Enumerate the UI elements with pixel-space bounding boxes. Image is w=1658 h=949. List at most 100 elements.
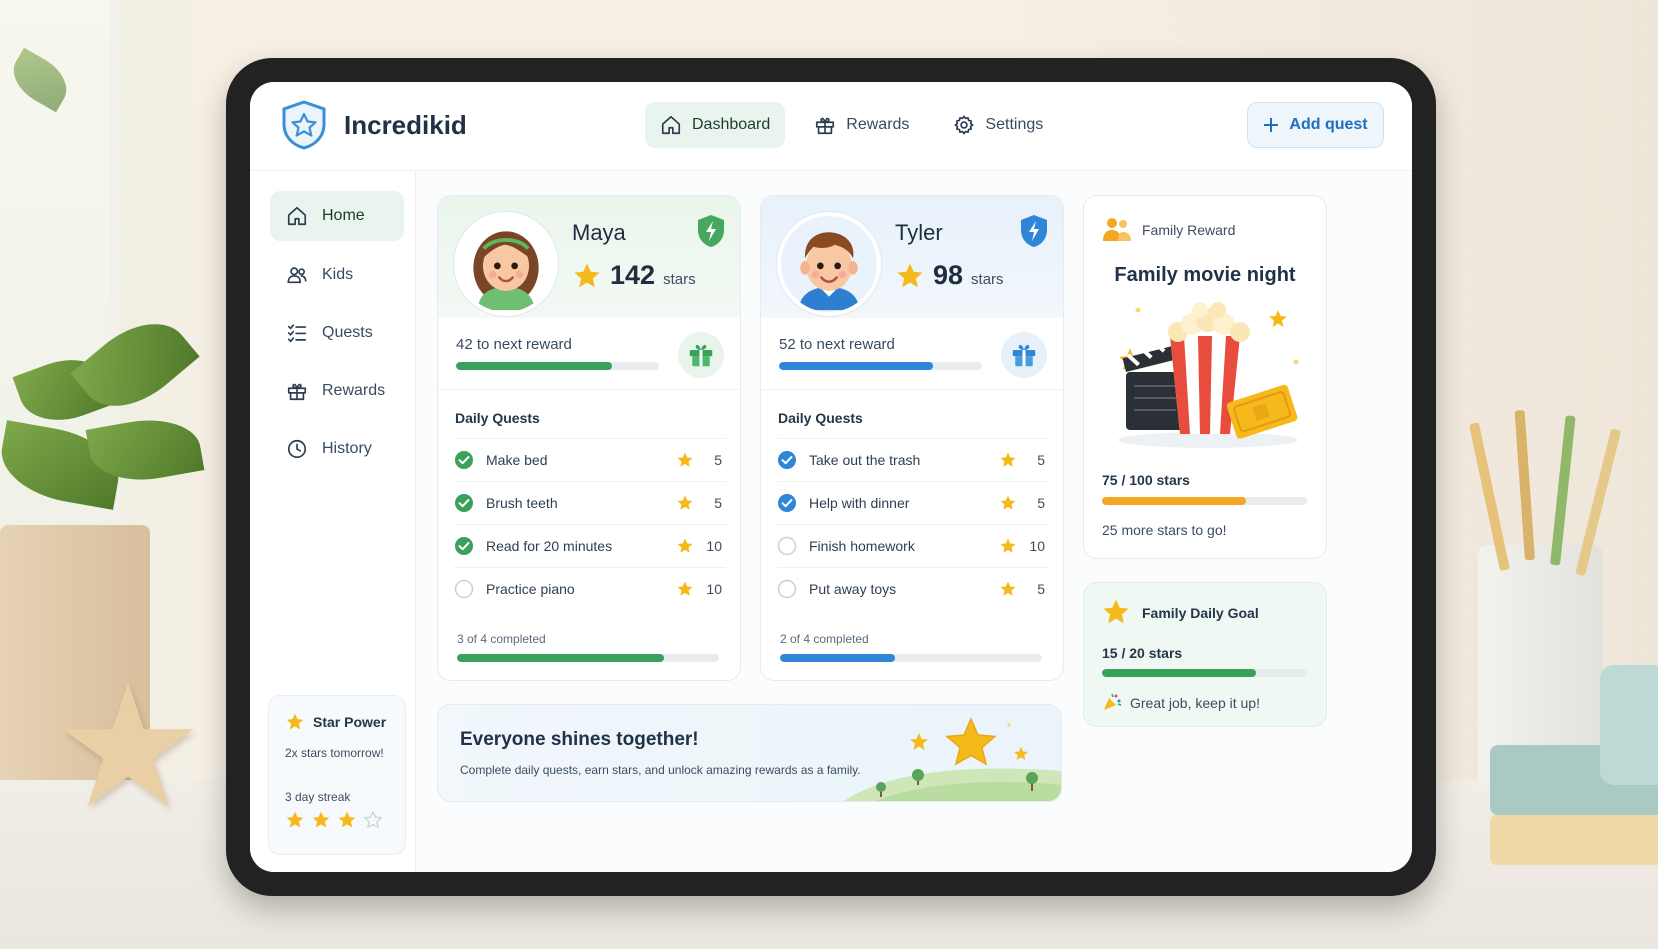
streak-stars	[285, 810, 389, 830]
star-icon	[677, 495, 693, 510]
quest-item[interactable]: Brush teeth 5	[454, 481, 726, 524]
unchecked-circle-icon[interactable]	[454, 579, 474, 599]
daily-quests-title: Daily Quests	[455, 410, 540, 426]
gift-button[interactable]	[678, 332, 724, 378]
star-empty-icon	[364, 811, 382, 829]
kid-name: Maya	[572, 220, 626, 245]
star-hill-illustration-icon	[844, 717, 1061, 801]
family-reward-card[interactable]: Family Reward Family movie night 75 / 10…	[1083, 195, 1327, 559]
sidebar-item-rewards[interactable]: Rewards	[270, 366, 404, 416]
star-icon	[1000, 452, 1016, 467]
star-power-card[interactable]: Star Power 2x stars tomorrow! 3 day stre…	[268, 695, 406, 855]
wooden-star-icon: ★	[52, 648, 205, 846]
family-reward-title: Family movie night	[1114, 264, 1296, 286]
pencil	[1550, 415, 1576, 566]
kid-card-tyler[interactable]: Tyler 98 stars 52 to next reward Daily Q…	[760, 195, 1064, 681]
star-icon	[677, 452, 693, 467]
nav-settings[interactable]: Settings	[938, 102, 1058, 148]
sidebar: Home Kids Quests Rewards History Star Po…	[250, 171, 416, 872]
mug	[1600, 665, 1658, 785]
family-goal-value: 15 / 20 stars	[1102, 645, 1183, 661]
sidebar-item-quests[interactable]: Quests	[270, 308, 404, 358]
family-icon	[1103, 218, 1131, 241]
popcorn-movie-illustration-icon	[1118, 302, 1299, 448]
sidebar-item-kids[interactable]: Kids	[270, 250, 404, 300]
users-icon	[287, 267, 307, 284]
completed-progress-bar	[457, 654, 719, 662]
kid-card-maya[interactable]: Maya 142 stars 42 to next reward Daily Q…	[437, 195, 741, 681]
lightning-shield-icon	[698, 215, 724, 247]
quest-item[interactable]: Read for 20 minutes 10	[454, 524, 726, 567]
quest-star-value: 10	[706, 538, 722, 554]
gift-icon	[1012, 344, 1036, 367]
sidebar-item-home[interactable]: Home	[270, 191, 404, 241]
brand[interactable]: Incredikid	[280, 100, 467, 150]
quest-star-value: 10	[706, 581, 722, 597]
top-header: Incredikid Dashboard Rewards Settings Ad…	[250, 82, 1412, 171]
quest-item[interactable]: Take out the trash 5	[777, 438, 1049, 481]
tablet-device: Incredikid Dashboard Rewards Settings Ad…	[226, 58, 1436, 896]
quest-name: Practice piano	[486, 581, 575, 597]
gift-icon	[287, 383, 307, 401]
quest-star-value: 5	[1037, 452, 1045, 468]
kid-star-count: 142 stars	[572, 260, 696, 291]
gift-button[interactable]	[1001, 332, 1047, 378]
quest-name: Brush teeth	[486, 495, 558, 511]
shield-star-logo-icon	[282, 100, 326, 150]
unchecked-circle-icon[interactable]	[777, 536, 797, 556]
star-icon	[574, 263, 600, 287]
avatar	[777, 212, 881, 316]
nav-label: Rewards	[846, 116, 910, 133]
quest-list: Take out the trash 5 Help with dinner 5 Fini…	[777, 438, 1049, 610]
girl-avatar-icon	[458, 216, 554, 312]
main-content: Maya 142 stars 42 to next reward Daily Q…	[416, 171, 1412, 872]
app-name: Incredikid	[344, 109, 467, 140]
next-reward-row: 42 to next reward	[438, 318, 740, 390]
kid-card-header: Tyler 98 stars	[761, 196, 1063, 318]
star-icon	[897, 263, 923, 287]
quest-star-value: 5	[714, 495, 722, 511]
completed-label: 3 of 4 completed	[457, 632, 546, 646]
kid-star-count: 98 stars	[895, 260, 1004, 291]
quest-name: Help with dinner	[809, 495, 910, 511]
star-filled-icon	[338, 811, 356, 828]
sidebar-item-history[interactable]: History	[270, 424, 404, 474]
home-icon	[661, 115, 681, 135]
family-daily-goal-card[interactable]: Family Daily Goal 15 / 20 stars Great jo…	[1083, 582, 1327, 727]
sidebar-item-label: History	[322, 440, 372, 457]
nav-rewards[interactable]: Rewards	[799, 102, 924, 148]
unchecked-circle-icon[interactable]	[777, 579, 797, 599]
clock-icon	[287, 439, 307, 459]
quest-list: Make bed 5 Brush teeth 5 Read for 20 minutes…	[454, 438, 726, 610]
family-reward-progress-bar	[1102, 497, 1307, 505]
add-quest-label: Add quest	[1289, 116, 1368, 133]
quest-item[interactable]: Help with dinner 5	[777, 481, 1049, 524]
checked-circle-icon[interactable]	[454, 493, 474, 513]
nav-dashboard[interactable]: Dashboard	[645, 102, 786, 148]
add-quest-button[interactable]: Add quest	[1247, 102, 1384, 148]
family-reward-progress-label: 75 / 100 stars	[1102, 472, 1190, 488]
completed-progress-bar	[780, 654, 1042, 662]
star-icon	[677, 581, 693, 596]
banner-subtitle: Complete daily quests, earn stars, and u…	[460, 763, 861, 777]
kid-card-header: Maya 142 stars	[438, 196, 740, 318]
lightning-shield-icon	[1021, 215, 1047, 247]
quest-star-value: 5	[1037, 495, 1045, 511]
nav-label: Settings	[985, 116, 1044, 133]
checked-circle-icon[interactable]	[454, 536, 474, 556]
checked-circle-icon[interactable]	[777, 450, 797, 470]
streak-label: 3 day streak	[285, 790, 351, 804]
reward-progress-bar	[456, 362, 659, 370]
quest-item[interactable]: Make bed 5	[454, 438, 726, 481]
quest-item[interactable]: Put away toys 5	[777, 567, 1049, 610]
quest-item[interactable]: Finish homework 10	[777, 524, 1049, 567]
star-icon	[1000, 581, 1016, 596]
checked-circle-icon[interactable]	[454, 450, 474, 470]
completed-label: 2 of 4 completed	[780, 632, 869, 646]
checked-circle-icon[interactable]	[777, 493, 797, 513]
quest-item[interactable]: Practice piano 10	[454, 567, 726, 610]
daily-quests-title: Daily Quests	[778, 410, 863, 426]
star-icon	[1000, 538, 1016, 553]
header-nav: Dashboard Rewards Settings	[645, 102, 1058, 148]
next-reward-text: 42 to next reward	[456, 336, 572, 353]
